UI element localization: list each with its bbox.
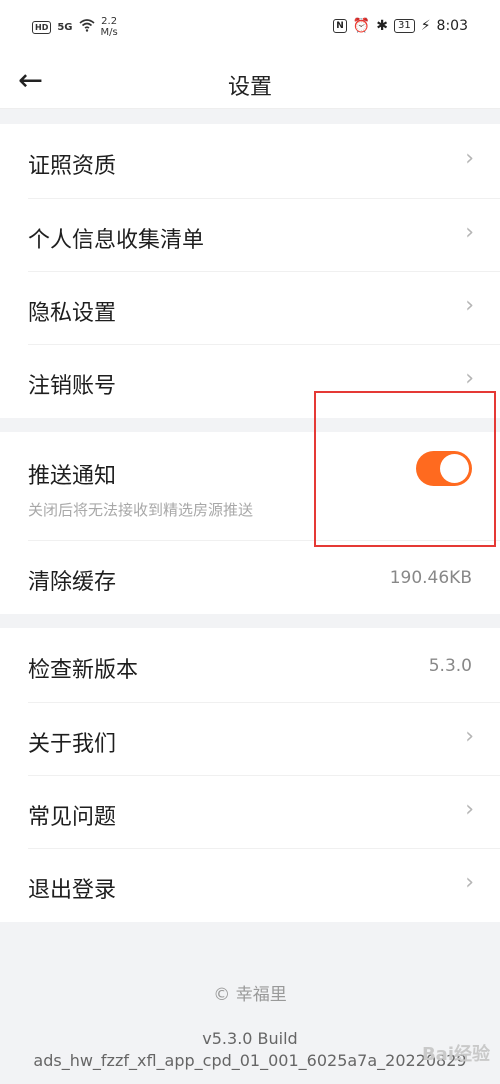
baidu-jingyan-watermark: Bai经验	[421, 1044, 490, 1065]
version-value: 5.3.0	[428, 656, 472, 676]
row-label: 检查新版本	[28, 658, 139, 683]
status-bar: HD 5G 2.2 M/s N ⏰ ✱ 31 ⚡ 8:03	[0, 0, 500, 58]
chevron-right-icon: ›	[465, 366, 474, 391]
chevron-right-icon: ›	[465, 797, 474, 822]
row-personal-info-list[interactable]: 个人信息收集清单 ›	[0, 198, 500, 271]
bluetooth-icon: ✱	[376, 18, 388, 34]
wifi-icon	[78, 18, 95, 36]
network-speed: 2.2 M/s	[101, 16, 118, 38]
status-right: N ⏰ ✱ 31 ⚡ 8:03	[333, 18, 468, 34]
row-label: 隐私设置	[28, 301, 117, 326]
clock: 8:03	[436, 18, 468, 34]
page-title: 设置	[227, 75, 272, 100]
network-speed-value: 2.2	[101, 16, 118, 27]
chevron-right-icon: ›	[465, 293, 474, 318]
footer-brand: © 幸福里	[213, 985, 287, 1005]
settings-section-about: 检查新版本 5.3.0 关于我们 › 常见问题 › 退出登录 ›	[0, 628, 500, 922]
signal-icon: 5G	[57, 21, 73, 33]
row-faq[interactable]: 常见问题 ›	[0, 775, 500, 848]
network-speed-unit: M/s	[100, 27, 118, 38]
battery-icon: 31	[393, 19, 415, 33]
row-label: 关于我们	[28, 732, 117, 757]
chevron-right-icon: ›	[465, 870, 474, 895]
row-label: 退出登录	[28, 878, 117, 903]
chevron-right-icon: ›	[465, 724, 474, 749]
hd-icon: HD	[32, 20, 52, 34]
row-label: 证照资质	[28, 154, 117, 179]
nfc-icon: N	[333, 19, 347, 33]
row-label: 注销账号	[28, 374, 117, 399]
alarm-icon: ⏰	[352, 18, 371, 34]
chevron-right-icon: ›	[465, 146, 474, 171]
row-license[interactable]: 证照资质 ›	[0, 124, 500, 198]
row-label: 常见问题	[28, 805, 117, 830]
cache-size: 190.46KB	[389, 568, 472, 588]
row-logout[interactable]: 退出登录 ›	[0, 848, 500, 922]
nav-bar: ← 设置	[0, 58, 500, 109]
row-label: 个人信息收集清单	[28, 228, 205, 253]
row-privacy-settings[interactable]: 隐私设置 ›	[0, 271, 500, 344]
row-clear-cache[interactable]: 清除缓存 190.46KB	[0, 540, 500, 614]
row-about-us[interactable]: 关于我们 ›	[0, 702, 500, 775]
status-left: HD 5G 2.2 M/s	[32, 16, 118, 38]
annotation-highlight-box	[314, 391, 496, 547]
charging-icon: ⚡	[420, 18, 431, 34]
settings-section-account: 证照资质 › 个人信息收集清单 › 隐私设置 › 注销账号 ›	[0, 124, 500, 418]
row-check-update[interactable]: 检查新版本 5.3.0	[0, 628, 500, 702]
chevron-right-icon: ›	[465, 220, 474, 245]
push-description: 关闭后将无法接收到精选房源推送	[28, 501, 254, 519]
row-label: 推送通知	[28, 464, 117, 489]
row-label: 清除缓存	[28, 570, 117, 595]
